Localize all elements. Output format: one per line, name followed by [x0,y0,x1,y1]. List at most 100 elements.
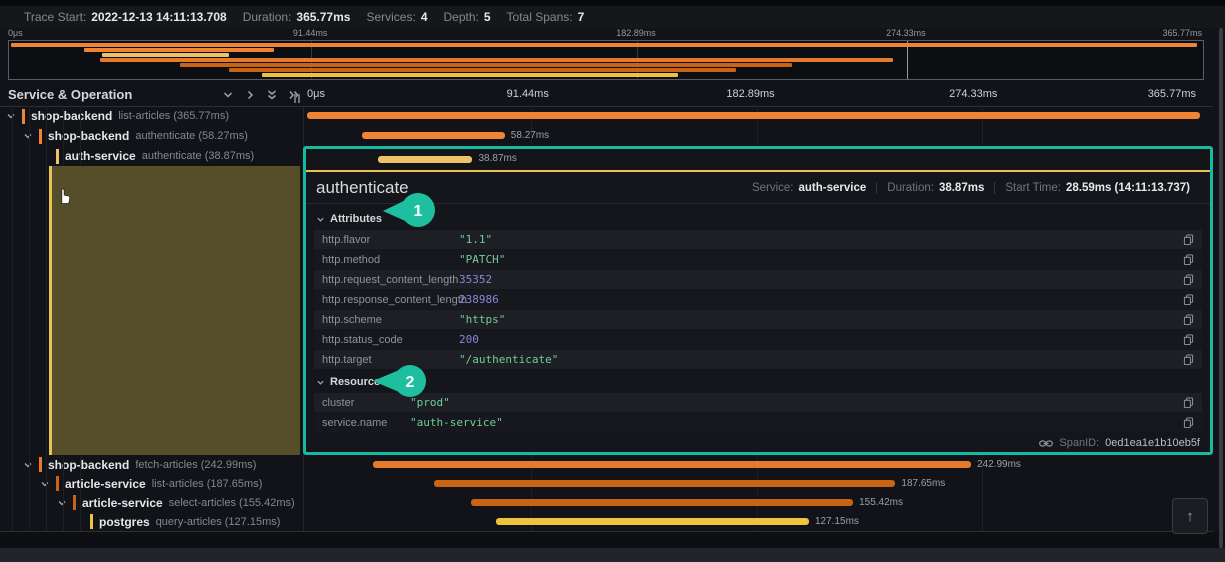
span-duration-label: 58.27ms [510,130,550,141]
span-color-marker [39,128,42,144]
attribute-row[interactable]: http.request_content_length 35352 [314,270,1202,289]
minimap-ticks: 0μs 91.44ms 182.89ms 274.33ms 365.77ms [8,28,1202,40]
collapse-all-icon[interactable] [266,89,278,101]
chevron-down-icon[interactable] [57,498,67,508]
span-tree-panel: shop-backend list-articles (365.77ms) sh… [0,106,304,531]
minimap-span-bar[interactable] [179,63,793,67]
minimap-span-bar[interactable] [262,73,678,77]
detail-section: Attributes http.flavor "1.1" http.method… [314,210,1202,369]
section-header[interactable]: Attributes [316,210,1202,228]
copy-icon[interactable] [1183,334,1194,346]
copy-icon[interactable] [1183,397,1194,409]
minimap-span-bar[interactable] [99,58,893,62]
trace-header-stat: Duration: 365.77ms [243,10,351,24]
minimap-span-bar[interactable] [228,68,737,72]
span-timeline-row[interactable]: 242.99ms [303,455,1213,474]
copy-icon[interactable] [1183,314,1194,326]
scroll-to-top-button[interactable]: ↑ [1172,498,1208,534]
stat-value: 365.77ms [296,10,351,24]
stat-value: 2022-12-13 14:11:13.708 [91,10,227,24]
copy-icon[interactable] [1183,274,1194,286]
spanid-value: 0ed1ea1e1b10eb5f [1105,437,1200,449]
stat-label: Trace Start: [24,10,87,24]
minimap[interactable] [8,40,1204,80]
chevron-down-icon[interactable] [23,460,33,470]
span-duration-bar[interactable] [495,518,809,525]
timeline-track: 187.65ms [305,474,1205,493]
copy-icon[interactable] [1183,417,1194,429]
attribute-key: http.response_content_length [322,293,467,306]
attribute-row[interactable]: cluster "prod" [314,393,1202,412]
span-service-name: shop-backend [48,129,130,143]
span-operation-label: query-articles (127.15ms) [155,515,281,528]
collapse-one-icon[interactable] [222,89,234,101]
span-timeline-row[interactable]: 38.87ms [306,149,1210,169]
stat-value: 7 [577,10,585,24]
section-title: Attributes [330,213,382,225]
span-color-marker [90,514,93,529]
meta-value: 28.59ms (14:11:13.737) [1065,181,1190,194]
svg-text:1: 1 [414,203,423,220]
span-service-name: postgres [99,514,150,529]
attribute-key: http.method [322,253,381,266]
span-timeline-row[interactable] [303,106,1213,126]
span-duration-bar[interactable] [361,132,505,139]
chevron-down-icon[interactable] [6,111,16,121]
span-duration-bar[interactable] [373,461,971,468]
indent-guide [29,106,30,531]
attribute-row[interactable]: service.name "auth-service" [314,413,1202,432]
attribute-row[interactable]: http.method "PATCH" [314,250,1202,269]
trace-header-stat: Total Spans: 7 [507,10,585,24]
attribute-row[interactable]: http.scheme "https" [314,310,1202,329]
span-color-marker [56,148,59,164]
up-arrow-icon: ↑ [1186,507,1194,525]
copy-icon[interactable] [1183,294,1194,306]
span-duration-bar[interactable] [377,156,473,163]
copy-icon[interactable] [1183,254,1194,266]
chevron-down-icon[interactable] [23,131,33,141]
expand-one-icon[interactable] [244,89,256,101]
minimap-span-bar[interactable] [84,48,275,52]
span-color-marker [73,495,76,510]
attribute-row[interactable]: http.target "/authenticate" [314,350,1202,369]
trace-header-stat: Depth: 5 [444,10,491,24]
attribute-row[interactable]: http.flavor "1.1" [314,230,1202,249]
timeline-track: 155.42ms [305,493,1205,512]
span-footer: SpanID: 0ed1ea1e1b10eb5f [306,433,1210,452]
attribute-row[interactable]: http.status_code 200 [314,330,1202,349]
span-duration-bar[interactable] [306,112,1201,119]
attribute-row[interactable]: http.response_content_length 238986 [314,290,1202,309]
vertical-scrollbar[interactable] [1219,28,1223,548]
attribute-key: http.scheme [322,313,382,326]
copy-icon[interactable] [1183,234,1194,246]
span-duration-bar[interactable] [433,480,896,487]
span-operation-label: list-articles (187.65ms) [151,477,263,490]
span-service-name: article-service [82,495,163,510]
column-resize-grip[interactable] [294,94,300,103]
stat-value: 4 [420,10,428,24]
indent-guide [46,106,47,531]
time-tick-label: 274.33ms [949,88,998,100]
minimap-span-bar[interactable] [11,43,1198,47]
span-duration-label: 127.15ms [815,516,859,527]
copy-icon[interactable] [1183,354,1194,366]
span-timeline-row[interactable]: 187.65ms [303,474,1213,493]
detail-header: authenticate Service: auth-service Durati… [306,172,1210,204]
chevron-down-icon [317,380,324,385]
meta-label: Duration: [887,181,934,194]
span-timeline-row[interactable]: 58.27ms [303,126,1213,146]
trace-body: shop-backend list-articles (365.77ms) sh… [0,106,1225,531]
time-tick-label: 274.33ms [886,28,926,38]
timeline-track: 58.27ms [305,126,1205,146]
stat-label: Services: [366,10,416,24]
section-header[interactable]: Resource [316,373,1202,391]
timeline-panel: 58.27ms 38.87ms authenticate Service: aut… [303,106,1213,531]
span-timeline-row[interactable]: 127.15ms [303,512,1213,531]
span-timeline-row[interactable]: 155.42ms [303,493,1213,512]
chevron-down-icon[interactable] [40,479,50,489]
spanid-label: SpanID: [1059,437,1100,449]
meta-label: Start Time: [1005,181,1061,194]
minimap-span-bar[interactable] [102,53,229,57]
span-operation-label: list-articles (365.77ms) [118,110,229,122]
span-duration-bar[interactable] [470,499,854,506]
